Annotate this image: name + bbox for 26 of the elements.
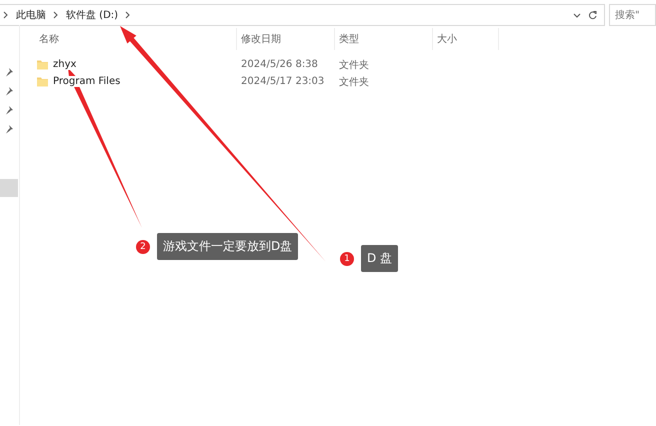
folder-icon xyxy=(37,76,48,87)
pin-icon[interactable] xyxy=(5,67,14,77)
file-name[interactable]: zhyx xyxy=(53,59,76,70)
pin-icon[interactable] xyxy=(5,86,14,96)
pin-icon[interactable] xyxy=(5,124,14,134)
type-cell-text: 文件夹 xyxy=(338,76,370,88)
step-number: 1 xyxy=(340,252,354,266)
type-cell-text: 文件夹 xyxy=(338,58,370,72)
date-cell-text: 2024/5/17 23:03 xyxy=(240,76,326,87)
breadcrumb[interactable]: 软件盘 (D:) xyxy=(66,8,118,22)
column-header[interactable]: 大小 xyxy=(433,28,499,50)
chevron-icon[interactable] xyxy=(52,11,60,19)
date-cell-text: 2024/5/26 8:38 xyxy=(240,59,319,70)
column-header[interactable]: 修改日期 xyxy=(237,28,335,50)
folder-icon xyxy=(37,59,48,70)
column-header[interactable]: 类型 xyxy=(335,28,433,50)
annotation-label: 游戏文件一定要放到D盘 xyxy=(157,233,298,260)
chevron-icon[interactable] xyxy=(124,11,132,19)
step-number: 2 xyxy=(136,240,150,254)
refresh-icon[interactable] xyxy=(588,10,598,20)
search-field[interactable]: 搜索" xyxy=(609,4,656,26)
annotation-label: D 盘 xyxy=(361,245,398,272)
breadcrumb[interactable]: 此电脑 xyxy=(16,8,46,22)
pin-icon[interactable] xyxy=(5,105,14,115)
chevron-icon xyxy=(2,11,10,19)
file-name[interactable]: Program Files xyxy=(53,76,120,87)
